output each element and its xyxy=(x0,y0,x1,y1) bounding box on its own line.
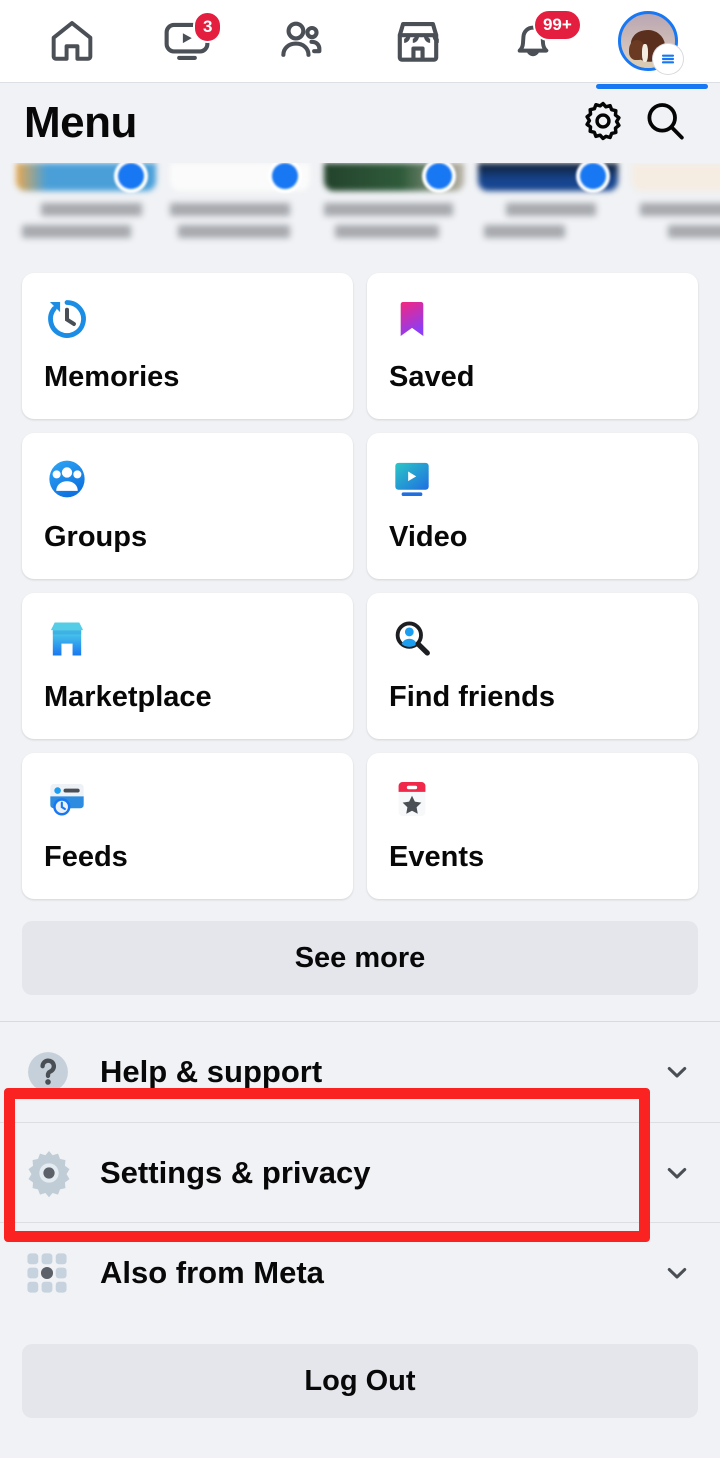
nav-marketplace[interactable] xyxy=(372,5,464,77)
marketplace-icon xyxy=(392,15,444,67)
chevron-down-icon[interactable] xyxy=(660,1057,694,1087)
chevron-down-icon[interactable] xyxy=(660,1258,694,1288)
see-more-button[interactable]: See more xyxy=(22,921,698,995)
chevron-down-icon[interactable] xyxy=(660,1158,694,1188)
memories-clock-icon xyxy=(44,293,331,345)
menu-rows: Help & support Settings & privacy Also f… xyxy=(0,1022,720,1322)
tile-events[interactable]: Events xyxy=(367,753,698,899)
tile-saved[interactable]: Saved xyxy=(367,273,698,419)
tile-feeds[interactable]: Feeds xyxy=(22,753,353,899)
events-calendar-star-icon xyxy=(389,773,676,825)
search-button[interactable] xyxy=(634,92,696,154)
tile-label: Video xyxy=(389,521,468,553)
tile-groups[interactable]: Groups xyxy=(22,433,353,579)
saved-bookmark-icon xyxy=(389,293,676,345)
home-icon xyxy=(47,16,97,66)
tile-label: Events xyxy=(389,841,485,873)
marketplace-storefront-icon xyxy=(44,613,331,665)
tile-marketplace[interactable]: Marketplace xyxy=(22,593,353,739)
tile-video[interactable]: Video xyxy=(367,433,698,579)
nav-menu[interactable] xyxy=(596,5,709,89)
row-label: Also from Meta xyxy=(100,1254,324,1290)
video-monitor-icon xyxy=(389,453,676,505)
row-settings-and-privacy[interactable]: Settings & privacy xyxy=(0,1122,720,1222)
find-friends-magnifier-icon xyxy=(389,613,676,665)
nav-video[interactable]: 3 xyxy=(141,5,233,77)
shortcuts-strip[interactable] xyxy=(0,163,720,263)
nav-notifications[interactable]: 99+ xyxy=(487,5,582,77)
gear-icon xyxy=(580,98,626,149)
row-also-from-meta[interactable]: Also from Meta xyxy=(0,1222,720,1322)
menu-header: Menu xyxy=(0,83,720,163)
shortcut-item[interactable] xyxy=(632,163,720,263)
gear-icon xyxy=(22,1146,88,1200)
top-navigation-bar: 3 99+ xyxy=(0,0,720,89)
row-label: Help & support xyxy=(100,1054,323,1089)
shortcut-item[interactable] xyxy=(170,163,310,263)
tile-label: Saved xyxy=(389,361,475,393)
notifications-badge: 99+ xyxy=(532,9,582,41)
question-mark-circle-icon xyxy=(22,1046,88,1098)
tile-label: Memories xyxy=(44,361,180,393)
groups-people-icon xyxy=(44,453,331,505)
video-badge: 3 xyxy=(192,11,223,43)
shortcut-item[interactable] xyxy=(478,163,618,263)
log-out-button[interactable]: Log Out xyxy=(22,1344,698,1418)
friends-icon xyxy=(276,15,328,67)
row-help-and-support[interactable]: Help & support xyxy=(0,1022,720,1122)
nav-home[interactable] xyxy=(26,5,118,77)
tile-find-friends[interactable]: Find friends xyxy=(367,593,698,739)
nav-friends[interactable] xyxy=(256,5,348,77)
facebook-menu-screen: 3 99+ Menu Memories Saved Groups Video M… xyxy=(0,0,720,1458)
tile-label: Feeds xyxy=(44,841,128,873)
tile-memories[interactable]: Memories xyxy=(22,273,353,419)
menu-tile-grid: Memories Saved Groups Video Marketplace … xyxy=(0,263,720,899)
shortcut-item[interactable] xyxy=(324,163,464,263)
search-icon xyxy=(641,97,689,150)
page-title: Menu xyxy=(24,98,137,147)
hamburger-menu-icon xyxy=(653,44,684,74)
meta-apps-grid-icon xyxy=(22,1248,88,1298)
feeds-card-clock-icon xyxy=(44,773,331,825)
settings-button[interactable] xyxy=(572,92,634,154)
shortcut-item[interactable] xyxy=(16,163,156,263)
tile-label: Marketplace xyxy=(44,681,212,713)
row-label: Settings & privacy xyxy=(100,1154,371,1190)
tile-label: Groups xyxy=(44,521,148,553)
tile-label: Find friends xyxy=(389,681,555,713)
